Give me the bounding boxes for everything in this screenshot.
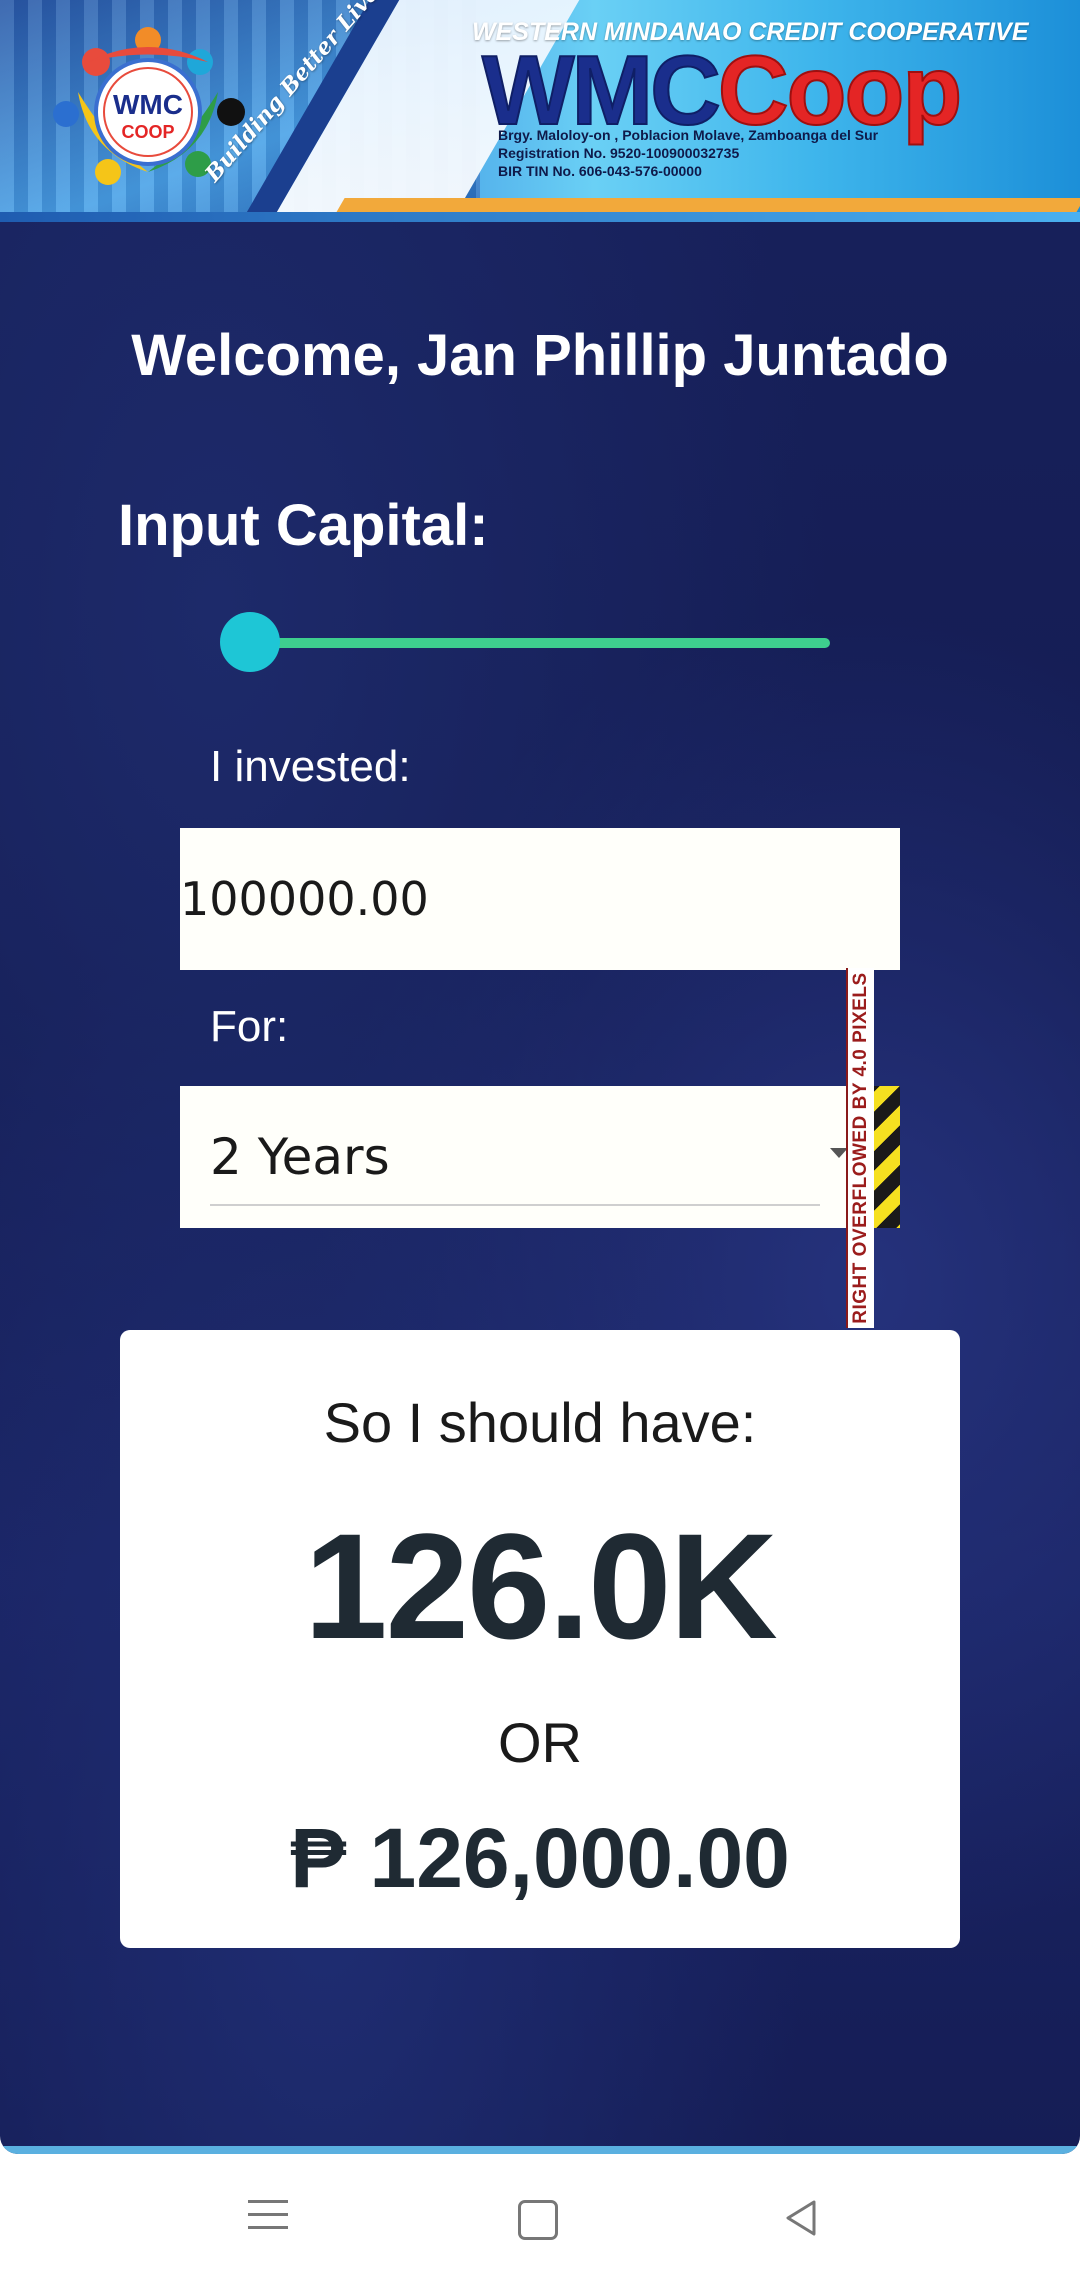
term-label: For: bbox=[210, 1002, 289, 1051]
registration-line: Registration No. 9520-100900032735 bbox=[498, 145, 740, 161]
banner-bottom-line bbox=[0, 212, 1080, 222]
dropdown-underline bbox=[210, 1204, 820, 1206]
overflow-warning-text: RIGHT OVERFLOWED BY 4.0 PIXELS bbox=[850, 972, 871, 1324]
invested-amount-input[interactable]: 100000.00 bbox=[180, 828, 900, 970]
slider-track[interactable] bbox=[250, 638, 830, 648]
tin-line: BIR TIN No. 606-043-576-00000 bbox=[498, 163, 702, 179]
menu-icon[interactable] bbox=[248, 2200, 288, 2239]
home-icon[interactable] bbox=[518, 2200, 558, 2240]
back-icon[interactable] bbox=[782, 2198, 818, 2238]
result-short-value: 126.0K bbox=[304, 1502, 778, 1670]
result-full-value: ₱ 126,000.00 bbox=[290, 1811, 790, 1905]
result-title: So I should have: bbox=[323, 1391, 757, 1454]
slider-thumb[interactable] bbox=[220, 612, 280, 672]
overflow-warning: RIGHT OVERFLOWED BY 4.0 PIXELS bbox=[846, 968, 874, 1328]
input-capital-label: Input Capital: bbox=[118, 493, 489, 558]
system-nav-bar bbox=[0, 2154, 1080, 2290]
welcome-message: Welcome, Jan Phillip Juntado bbox=[131, 323, 949, 388]
address-line: Brgy. Maloloy-on , Poblacion Molave, Zam… bbox=[498, 127, 879, 143]
result-card: So I should have: 126.0K OR ₱ 126,000.00 bbox=[120, 1330, 960, 1948]
main-content: Welcome, Jan Phillip Juntado Input Capit… bbox=[0, 222, 1080, 2154]
term-selected-value: 2 Years bbox=[210, 1128, 390, 1186]
logo-text-bottom: COOP bbox=[121, 122, 174, 142]
capital-slider[interactable] bbox=[220, 612, 830, 672]
invested-label: I invested: bbox=[210, 742, 411, 791]
brand-wordmark: WMCCoop bbox=[481, 39, 963, 141]
header-banner: WMC COOP Building Better Lives Together … bbox=[0, 0, 1080, 222]
registration-info: Brgy. Maloloy-on , Poblacion Molave, Zam… bbox=[498, 126, 878, 180]
term-dropdown[interactable]: 2 Years bbox=[180, 1086, 900, 1228]
result-or: OR bbox=[498, 1711, 582, 1774]
logo-text-top: WMC bbox=[113, 89, 183, 120]
